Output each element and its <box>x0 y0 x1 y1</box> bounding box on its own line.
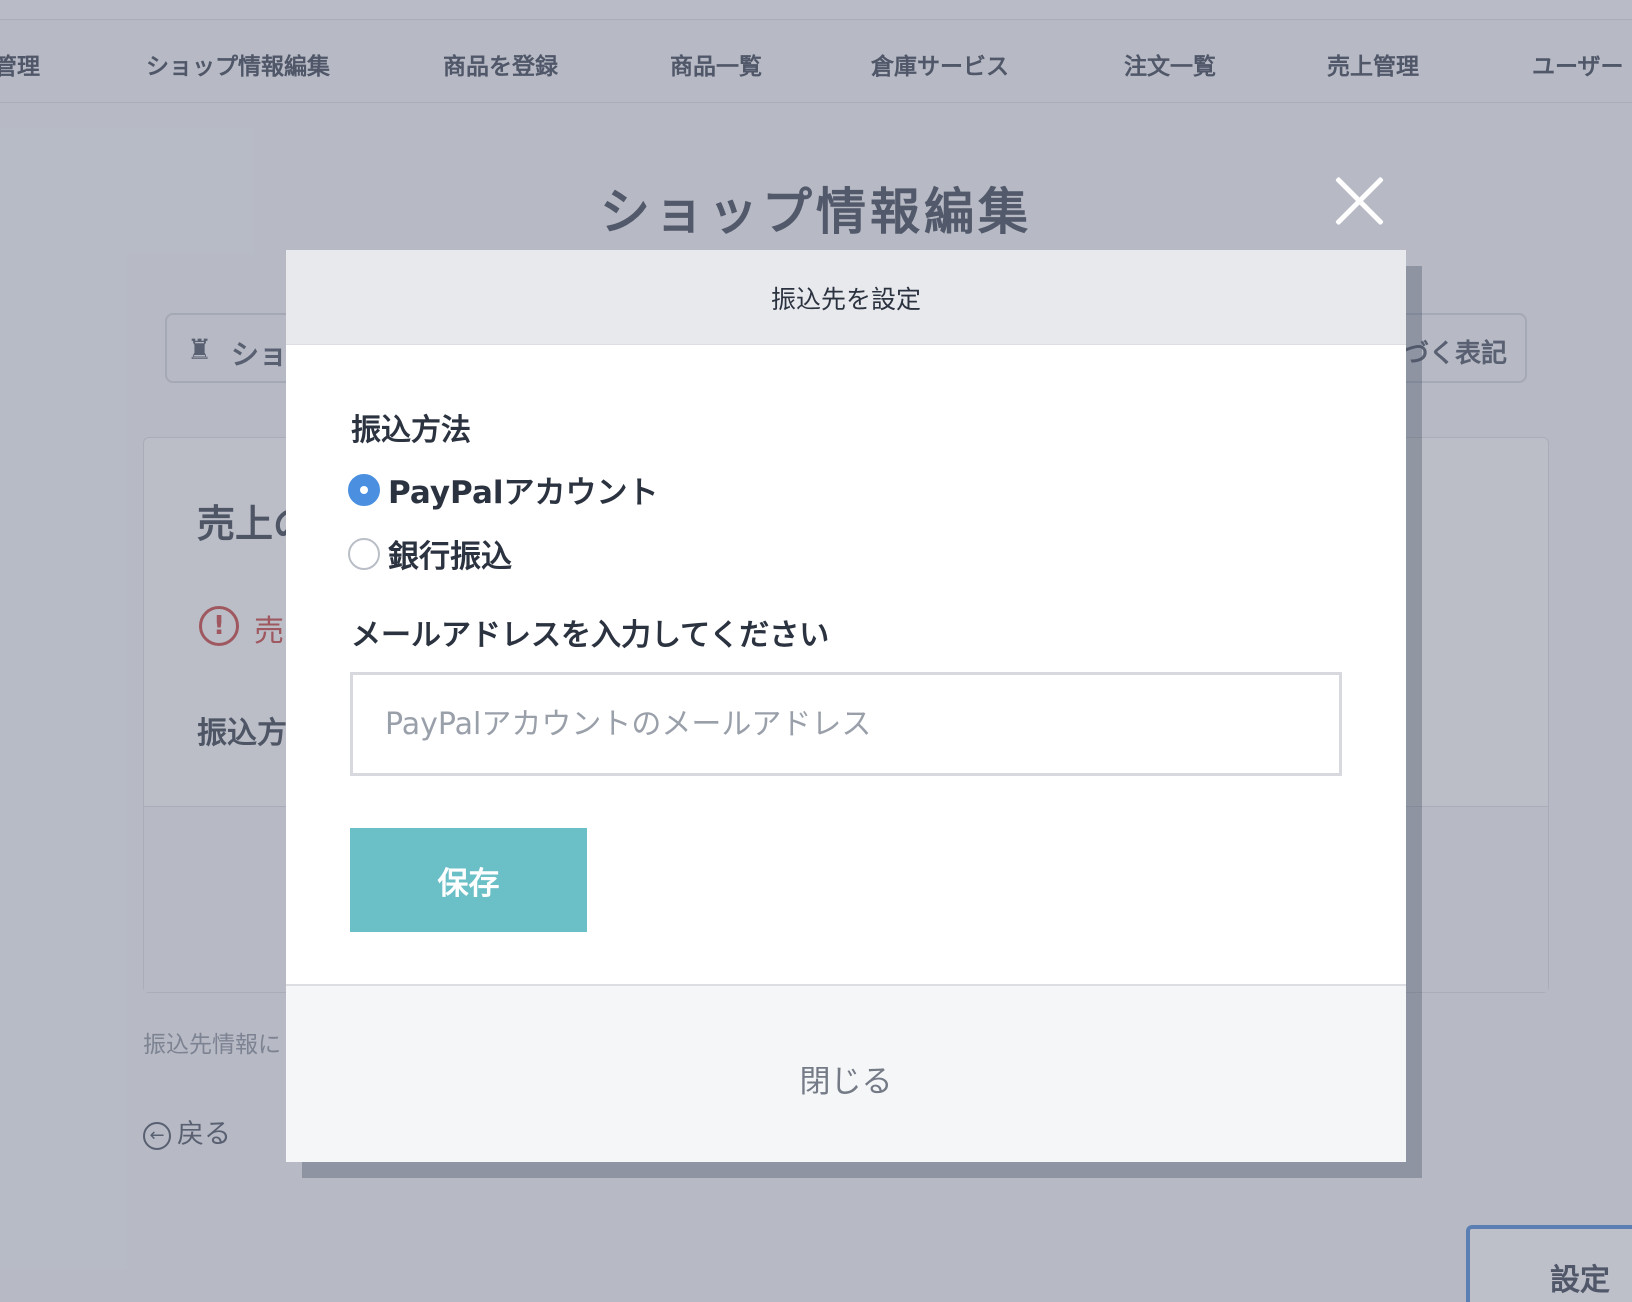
email-label: メールアドレスを入力してください <box>351 618 830 653</box>
radio-option-paypal[interactable]: PayPalアカウント <box>348 467 659 512</box>
modal-title: 振込先を設定 <box>770 285 921 314</box>
radio-unchecked-icon[interactable] <box>348 537 380 570</box>
transfer-method-label: 振込方法 <box>351 413 471 448</box>
close-icon[interactable] <box>1333 175 1385 227</box>
modal-footer: 閉じる <box>286 984 1406 1162</box>
modal-header: 振込先を設定 <box>286 250 1406 345</box>
radio-label-paypal: PayPalアカウント <box>388 475 659 511</box>
radio-option-bank[interactable]: 銀行振込 <box>348 531 512 576</box>
close-button[interactable]: 閉じる <box>286 1056 1406 1101</box>
radio-label-bank: 銀行振込 <box>388 539 512 575</box>
radio-checked-icon[interactable] <box>348 473 380 506</box>
save-button[interactable]: 保存 <box>350 828 587 932</box>
transfer-destination-modal: 振込先を設定 振込方法 PayPalアカウント 銀行振込 メールアドレスを入力し… <box>286 250 1406 1162</box>
email-field[interactable] <box>350 672 1342 776</box>
